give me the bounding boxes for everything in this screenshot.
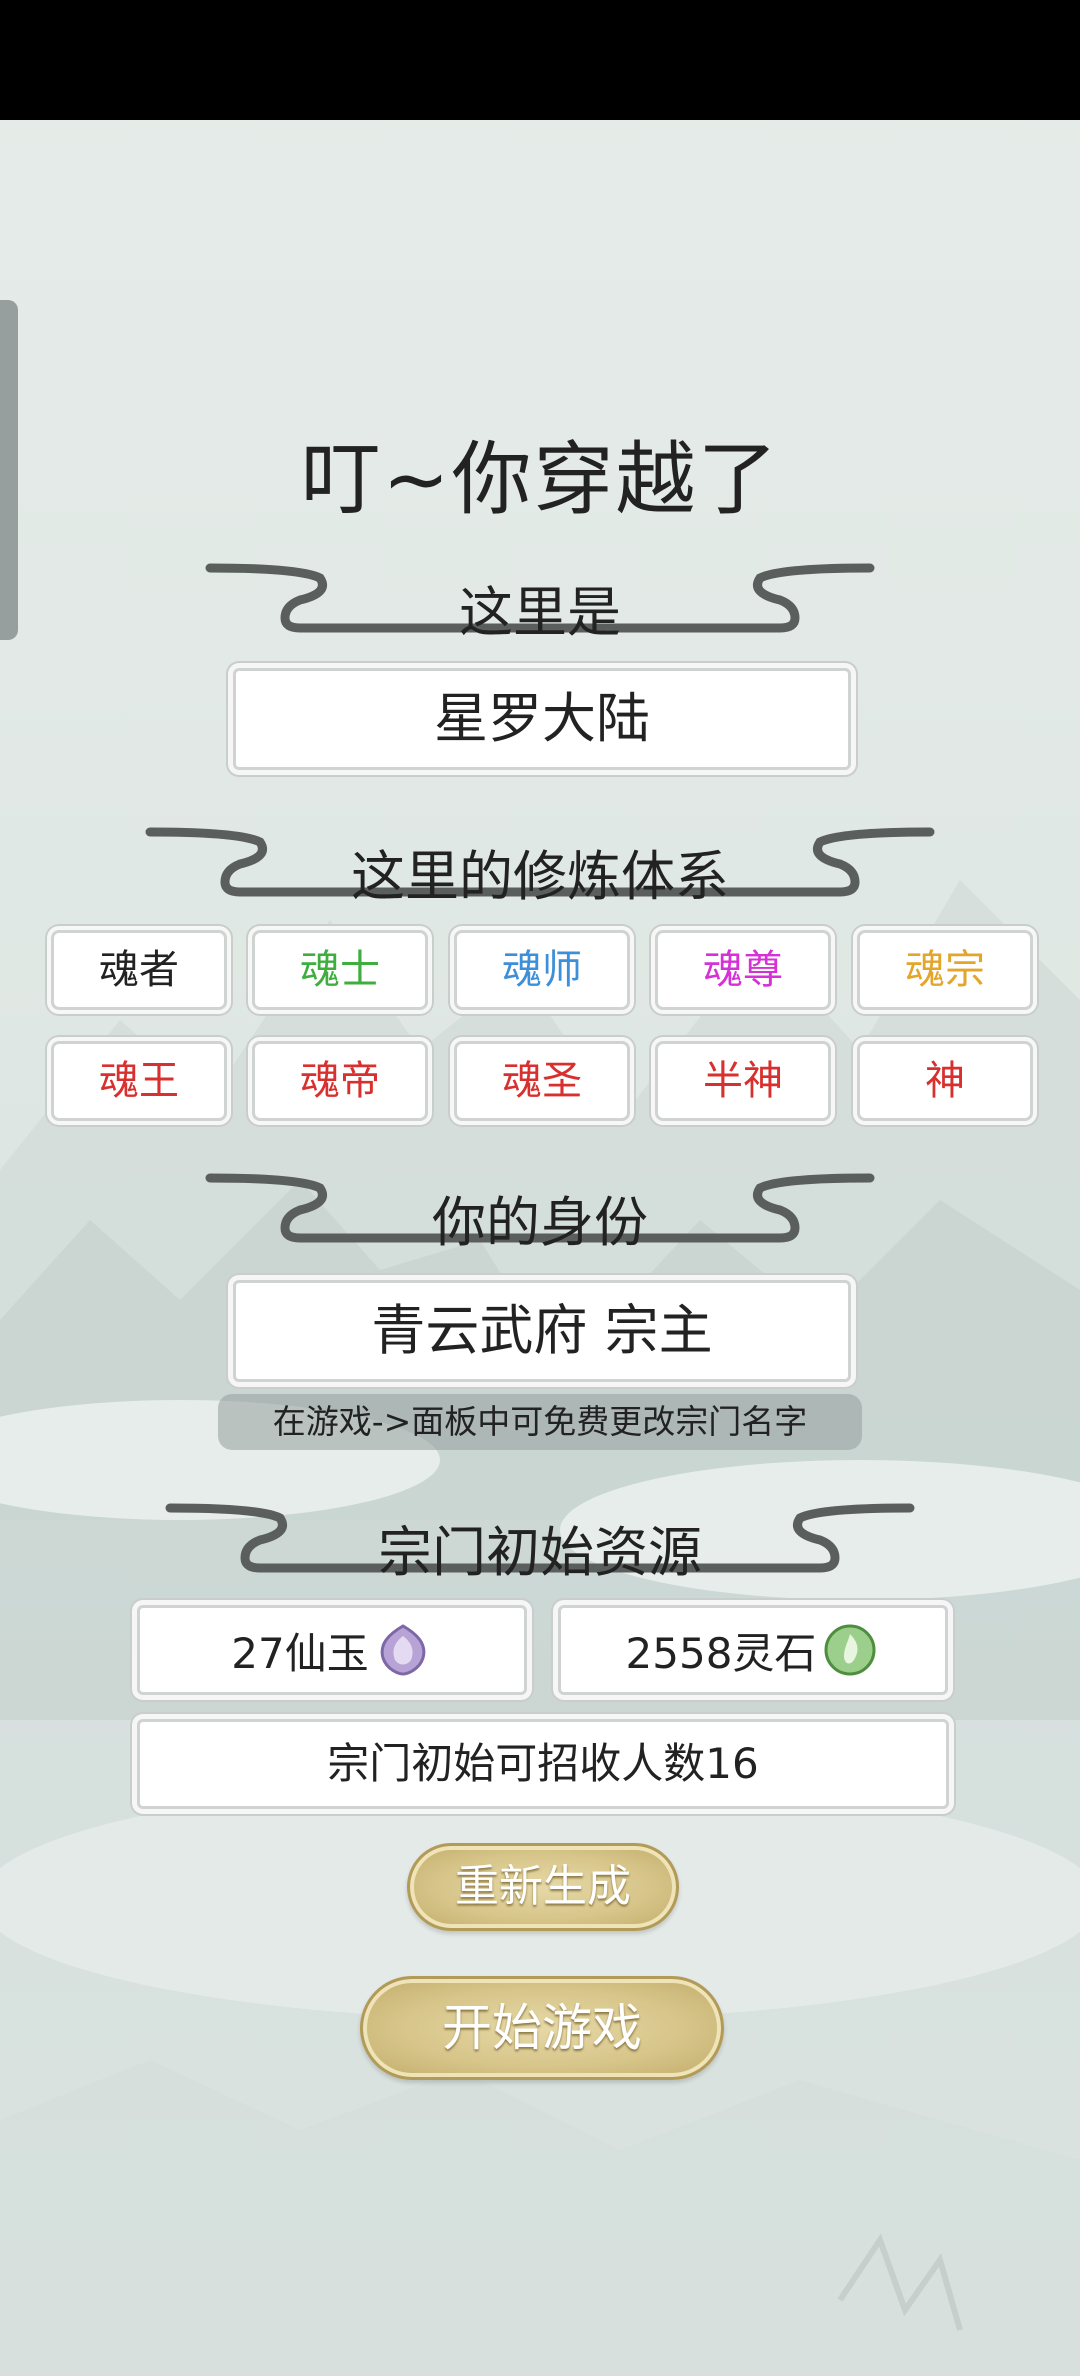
regenerate-button[interactable]: 重新生成 (407, 1843, 679, 1931)
spirit-stone-resource-box: 2558灵石 (558, 1605, 948, 1695)
cultivation-header: 这里的修炼体系 (0, 812, 1080, 912)
rank-hunzhe: 魂者 (51, 930, 227, 1010)
rank-hunshi: 魂士 (252, 930, 428, 1010)
identity-value: 青云武府 宗主 (371, 1299, 713, 1362)
rank-label: 魂士 (300, 947, 380, 993)
rank-hundi: 魂帝 (252, 1041, 428, 1121)
recruit-capacity-box: 宗门初始可招收人数16 (137, 1719, 949, 1809)
rank-label: 魂宗 (905, 947, 985, 993)
green-spirit-stone-icon (824, 1624, 876, 1676)
rank-hunshi-master: 魂师 (454, 930, 630, 1010)
rank-hunzun: 魂尊 (655, 930, 831, 1010)
jade-amount: 27仙玉 (231, 1628, 369, 1678)
rank-hunwang: 魂王 (51, 1041, 227, 1121)
rank-label: 神 (925, 1058, 965, 1104)
jade-resource-box: 27仙玉 (137, 1605, 527, 1695)
rank-banshen: 半神 (655, 1041, 831, 1121)
rank-label: 半神 (703, 1058, 783, 1104)
identity-header-label: 你的身份 (432, 1191, 648, 1254)
rank-label: 魂师 (502, 947, 582, 993)
cultivation-header-label: 这里的修炼体系 (351, 845, 729, 908)
rank-label: 魂圣 (502, 1058, 582, 1104)
status-bar (0, 0, 1080, 120)
rank-label: 魂者 (99, 947, 179, 993)
identity-header: 你的身份 (0, 1158, 1080, 1258)
rank-hunzong: 魂宗 (857, 930, 1033, 1010)
location-header-label: 这里是 (459, 581, 621, 644)
rank-shen: 神 (857, 1041, 1033, 1121)
location-value: 星罗大陆 (434, 687, 650, 750)
rank-label: 魂王 (99, 1058, 179, 1104)
rank-label: 魂尊 (703, 947, 783, 993)
recruit-capacity: 宗门初始可招收人数16 (327, 1739, 759, 1788)
rename-hint: 在游戏->面板中可免费更改宗门名字 (218, 1394, 862, 1450)
location-value-box: 星罗大陆 (233, 668, 851, 770)
start-game-button[interactable]: 开始游戏 (360, 1976, 724, 2080)
rank-label: 魂帝 (300, 1058, 380, 1104)
location-header: 这里是 (0, 548, 1080, 648)
page-title: 叮~你穿越了 (300, 433, 780, 526)
spirit-stone-amount: 2558灵石 (625, 1628, 817, 1678)
rank-hunsheng: 魂圣 (454, 1041, 630, 1121)
identity-value-box: 青云武府 宗主 (233, 1280, 851, 1382)
resources-header-label: 宗门初始资源 (378, 1521, 702, 1584)
purple-jade-icon (380, 1624, 426, 1676)
resources-header: 宗门初始资源 (0, 1488, 1080, 1588)
